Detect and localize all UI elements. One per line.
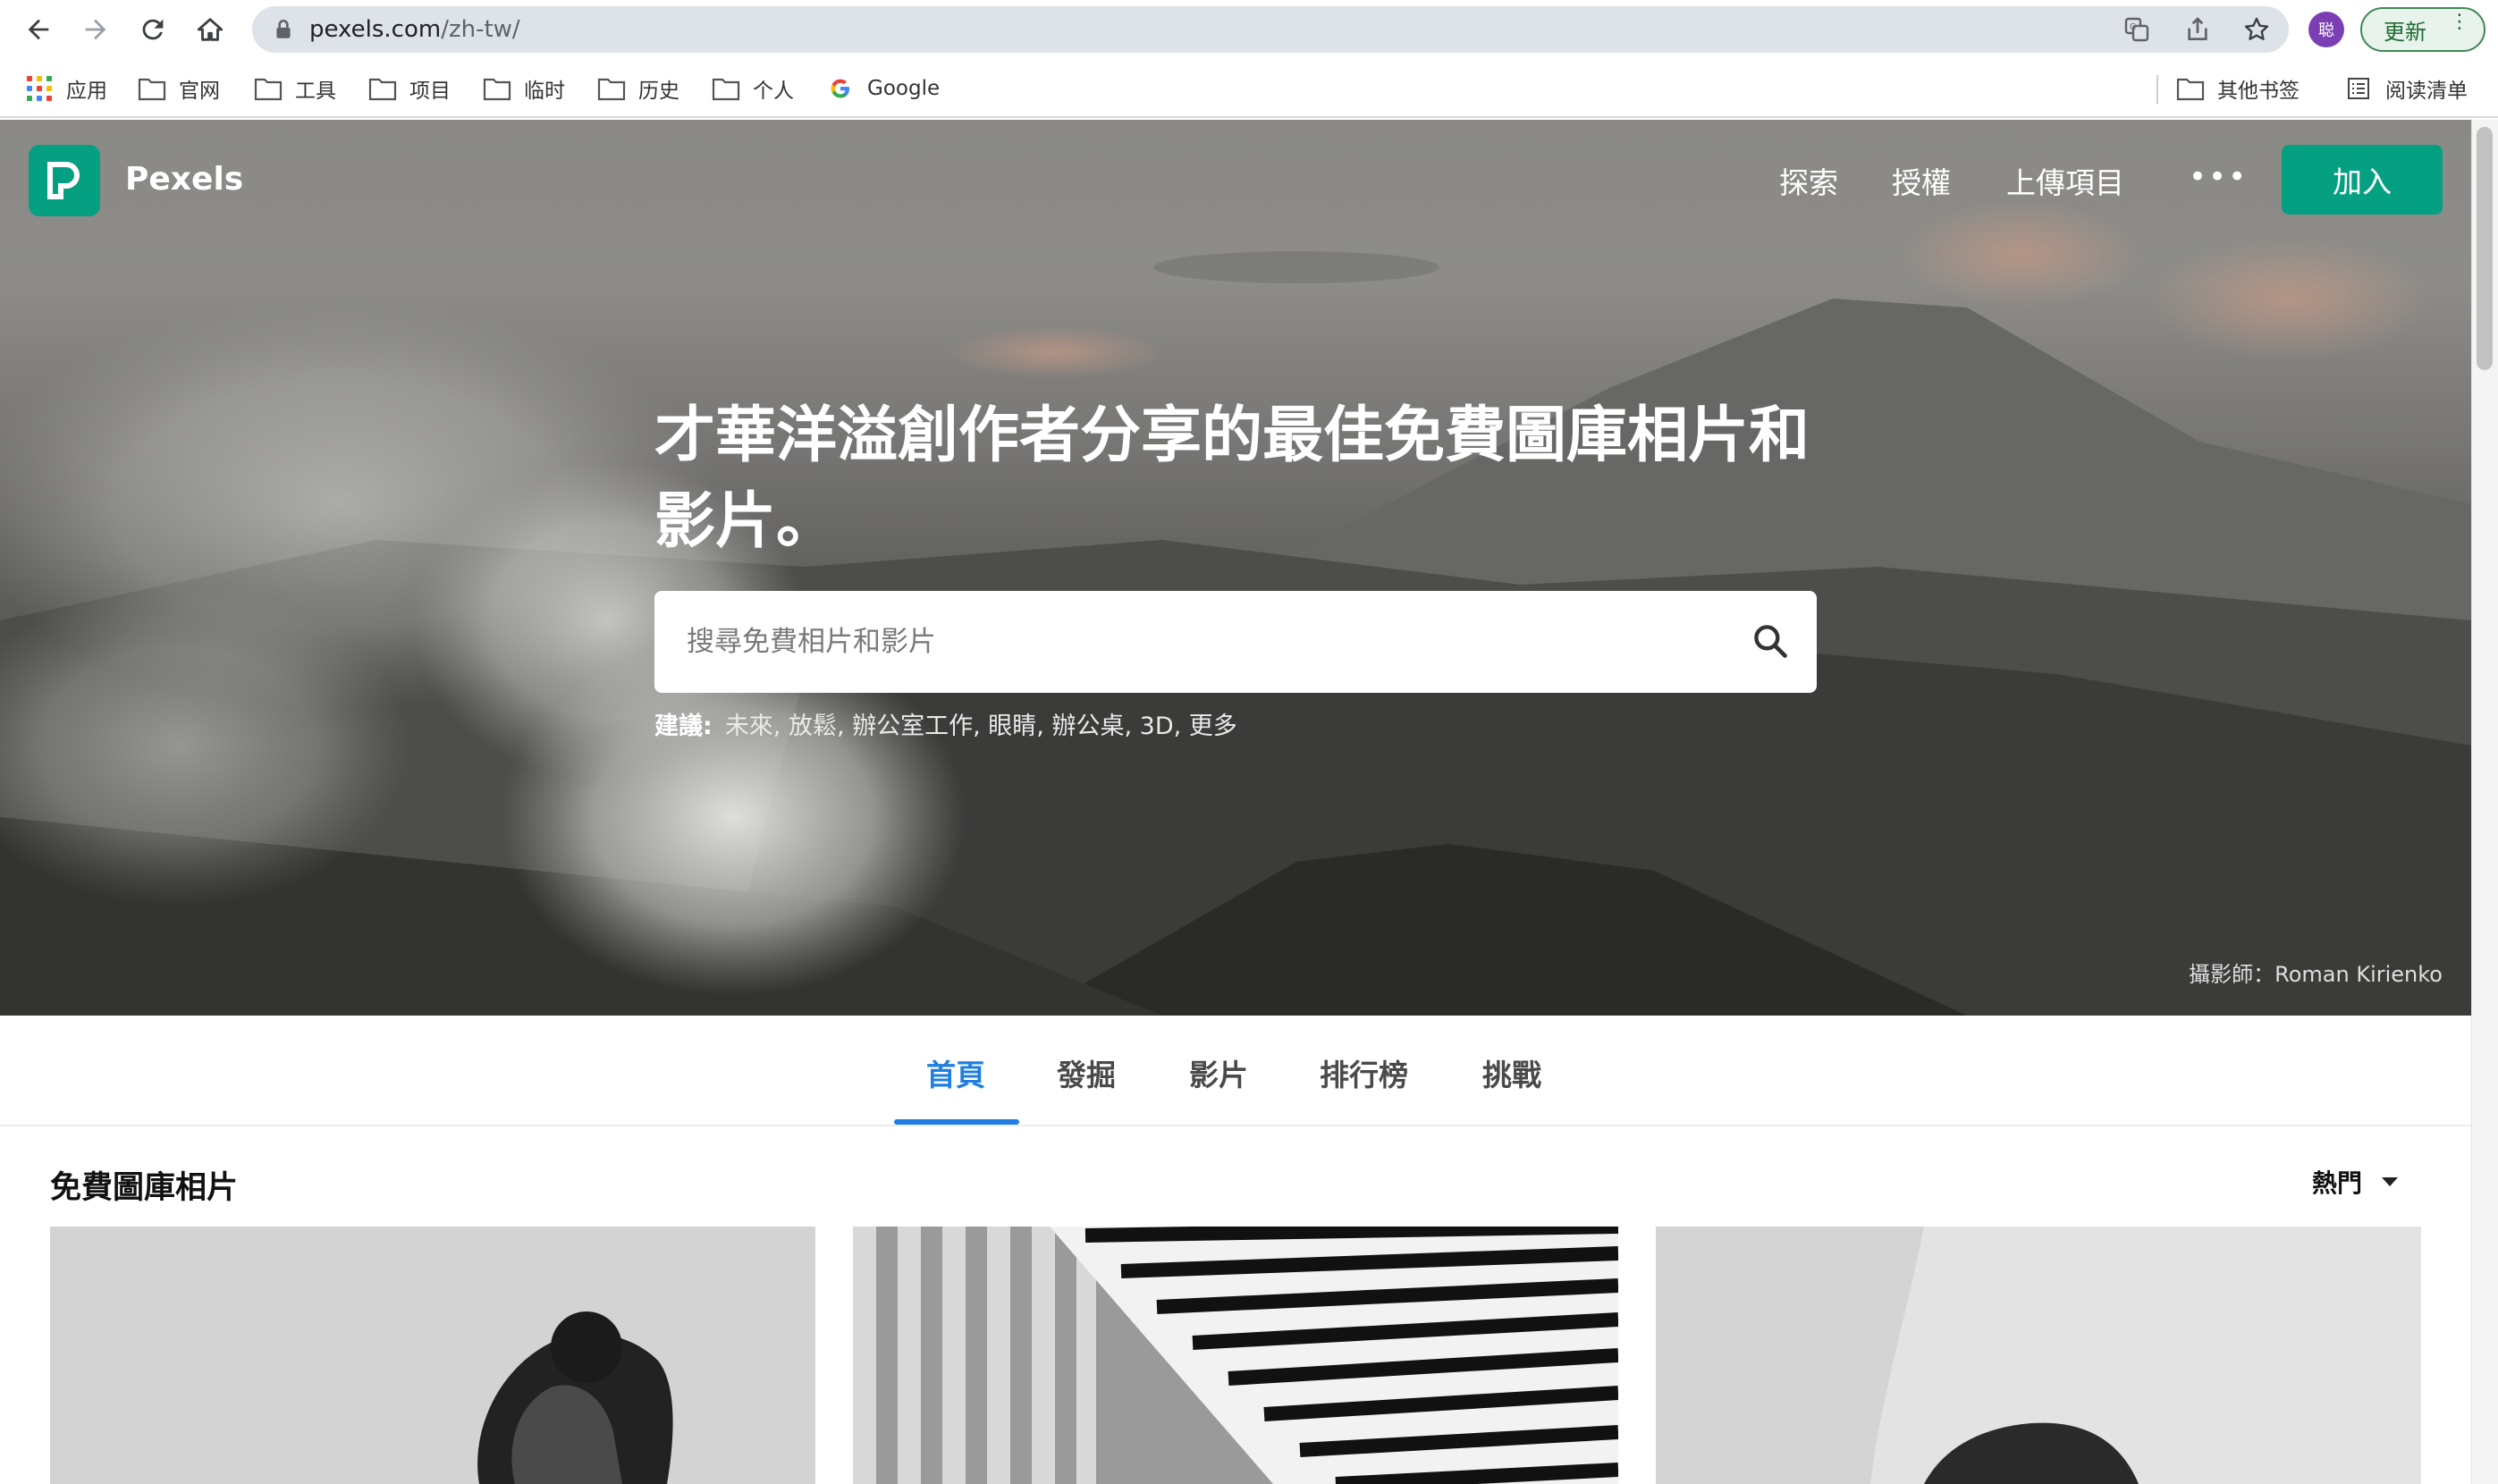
sort-label: 熱門	[2312, 1168, 2363, 1198]
nav-license[interactable]: 授權	[1892, 159, 1951, 202]
bookmark-label: 临时	[524, 80, 565, 103]
forward-arrow-icon	[85, 19, 106, 40]
star-icon[interactable]	[2242, 15, 2271, 44]
folder-icon	[2176, 78, 2205, 101]
bookmarks-divider	[2156, 75, 2158, 104]
logo-text[interactable]: Pexels	[125, 161, 243, 198]
suggestion-links[interactable]: 未來, 放鬆, 辦公室工作, 眼睛, 辦公桌, 3D, 更多	[725, 712, 1237, 740]
forward-button[interactable]	[75, 9, 116, 50]
update-button[interactable]: 更新 ⋮	[2360, 7, 2485, 52]
bookmark-label: 项目	[409, 80, 451, 103]
update-label: 更新	[2384, 19, 2426, 45]
bookmark-label: Google	[867, 77, 941, 100]
more-menu-icon[interactable]: •••	[2189, 159, 2248, 195]
lock-icon	[276, 19, 291, 38]
sort-dropdown[interactable]: 熱門	[2312, 1164, 2399, 1200]
folder-icon	[597, 78, 626, 101]
tab-leaderboard[interactable]: 排行榜	[1320, 1051, 1408, 1094]
google-icon	[831, 79, 849, 98]
reading-list-icon	[2348, 78, 2369, 99]
bookmark-label: 官网	[179, 80, 220, 103]
bookmarks-bar: 应用 官网 工具 项目 临时 历史 个人 Google 其他书签 阅读清单	[0, 59, 2498, 118]
home-button[interactable]	[190, 9, 231, 50]
bookmark-google[interactable]: Google	[826, 73, 940, 104]
gallery-photo-architecture[interactable]	[853, 1227, 1618, 1484]
reading-list[interactable]: 阅读清单	[2344, 73, 2468, 104]
photo-image	[50, 1227, 815, 1484]
bookmark-official[interactable]: 官网	[138, 73, 220, 104]
bookmark-personal[interactable]: 个人	[712, 73, 794, 104]
home-icon	[197, 18, 224, 41]
section-title: 免費圖庫相片	[50, 1170, 239, 1206]
browser-toolbar: pexels.com/zh-tw/ G 聪 更新 ⋮	[0, 0, 2498, 59]
bookmark-temp[interactable]: 临时	[483, 73, 565, 104]
translate-icon[interactable]: G	[2122, 15, 2151, 44]
address-bar[interactable]: pexels.com/zh-tw/ G	[252, 6, 2289, 53]
suggestions-label: 建議:	[654, 712, 713, 740]
hero-headline: 才華洋溢創作者分享的最佳免費圖庫相片和影片。	[654, 401, 1810, 557]
photo-image	[853, 1227, 1618, 1484]
bookmark-tools[interactable]: 工具	[254, 73, 336, 104]
share-icon[interactable]	[2183, 15, 2212, 44]
pexels-logo[interactable]	[29, 145, 100, 216]
hero-background-image	[0, 200, 2471, 1016]
search-box	[654, 591, 1817, 693]
nav-explore[interactable]: 探索	[1779, 159, 1838, 202]
gallery-photo-portrait[interactable]	[50, 1227, 815, 1484]
content-tabs: 首頁 發掘 影片 排行榜 挑戰	[0, 1016, 2471, 1126]
bookmark-apps[interactable]: 应用	[27, 73, 107, 104]
photo-image	[1656, 1227, 2421, 1484]
search-input[interactable]	[687, 616, 1670, 668]
hero-banner: Pexels 探索 授權 上傳項目 ••• 加入 才華洋溢創作者分享的最佳免費圖…	[0, 120, 2471, 1016]
svg-text:G: G	[2130, 22, 2136, 32]
menu-dots-icon: ⋮	[2450, 11, 2469, 33]
other-bookmarks[interactable]: 其他书签	[2176, 73, 2300, 104]
folder-icon	[712, 78, 740, 101]
search-icon[interactable]	[1751, 621, 1790, 661]
search-suggestions: 建議: 未來, 放鬆, 辦公室工作, 眼睛, 辦公桌, 3D, 更多	[654, 706, 1237, 741]
tab-challenges[interactable]: 挑戰	[1482, 1051, 1541, 1094]
back-button[interactable]	[18, 9, 59, 50]
active-tab-indicator	[894, 1119, 1019, 1125]
pexels-p-icon	[47, 162, 80, 199]
folder-icon	[138, 78, 166, 101]
folder-icon	[368, 78, 397, 101]
reload-button[interactable]	[132, 9, 173, 50]
tab-videos[interactable]: 影片	[1189, 1051, 1248, 1094]
bookmark-label: 个人	[753, 80, 794, 103]
bookmark-label: 工具	[295, 80, 336, 103]
scrollbar-thumb[interactable]	[2477, 127, 2493, 370]
url-text: pexels.com/zh-tw/	[309, 16, 520, 43]
tab-home[interactable]: 首頁	[926, 1051, 985, 1094]
caret-down-icon	[2382, 1177, 2399, 1186]
join-button[interactable]: 加入	[2282, 145, 2443, 215]
apps-grid-icon	[27, 76, 52, 101]
bookmark-history[interactable]: 历史	[597, 73, 679, 104]
reading-list-label: 阅读清单	[2385, 80, 2468, 103]
folder-icon	[254, 78, 283, 101]
gallery-photo-person[interactable]	[1656, 1227, 2421, 1484]
profile-avatar[interactable]: 聪	[2308, 12, 2344, 47]
back-arrow-icon	[28, 19, 49, 40]
bookmark-label: 历史	[638, 80, 679, 103]
tab-discover[interactable]: 發掘	[1057, 1051, 1116, 1094]
photo-credit[interactable]: 攝影師：Roman Kirienko	[2189, 957, 2443, 988]
other-bookmarks-label: 其他书签	[2217, 80, 2300, 103]
reload-icon	[142, 19, 164, 40]
bookmark-label: 应用	[66, 80, 107, 103]
folder-icon	[483, 78, 511, 101]
bookmark-projects[interactable]: 项目	[368, 73, 451, 104]
nav-upload[interactable]: 上傳項目	[2006, 159, 2124, 202]
